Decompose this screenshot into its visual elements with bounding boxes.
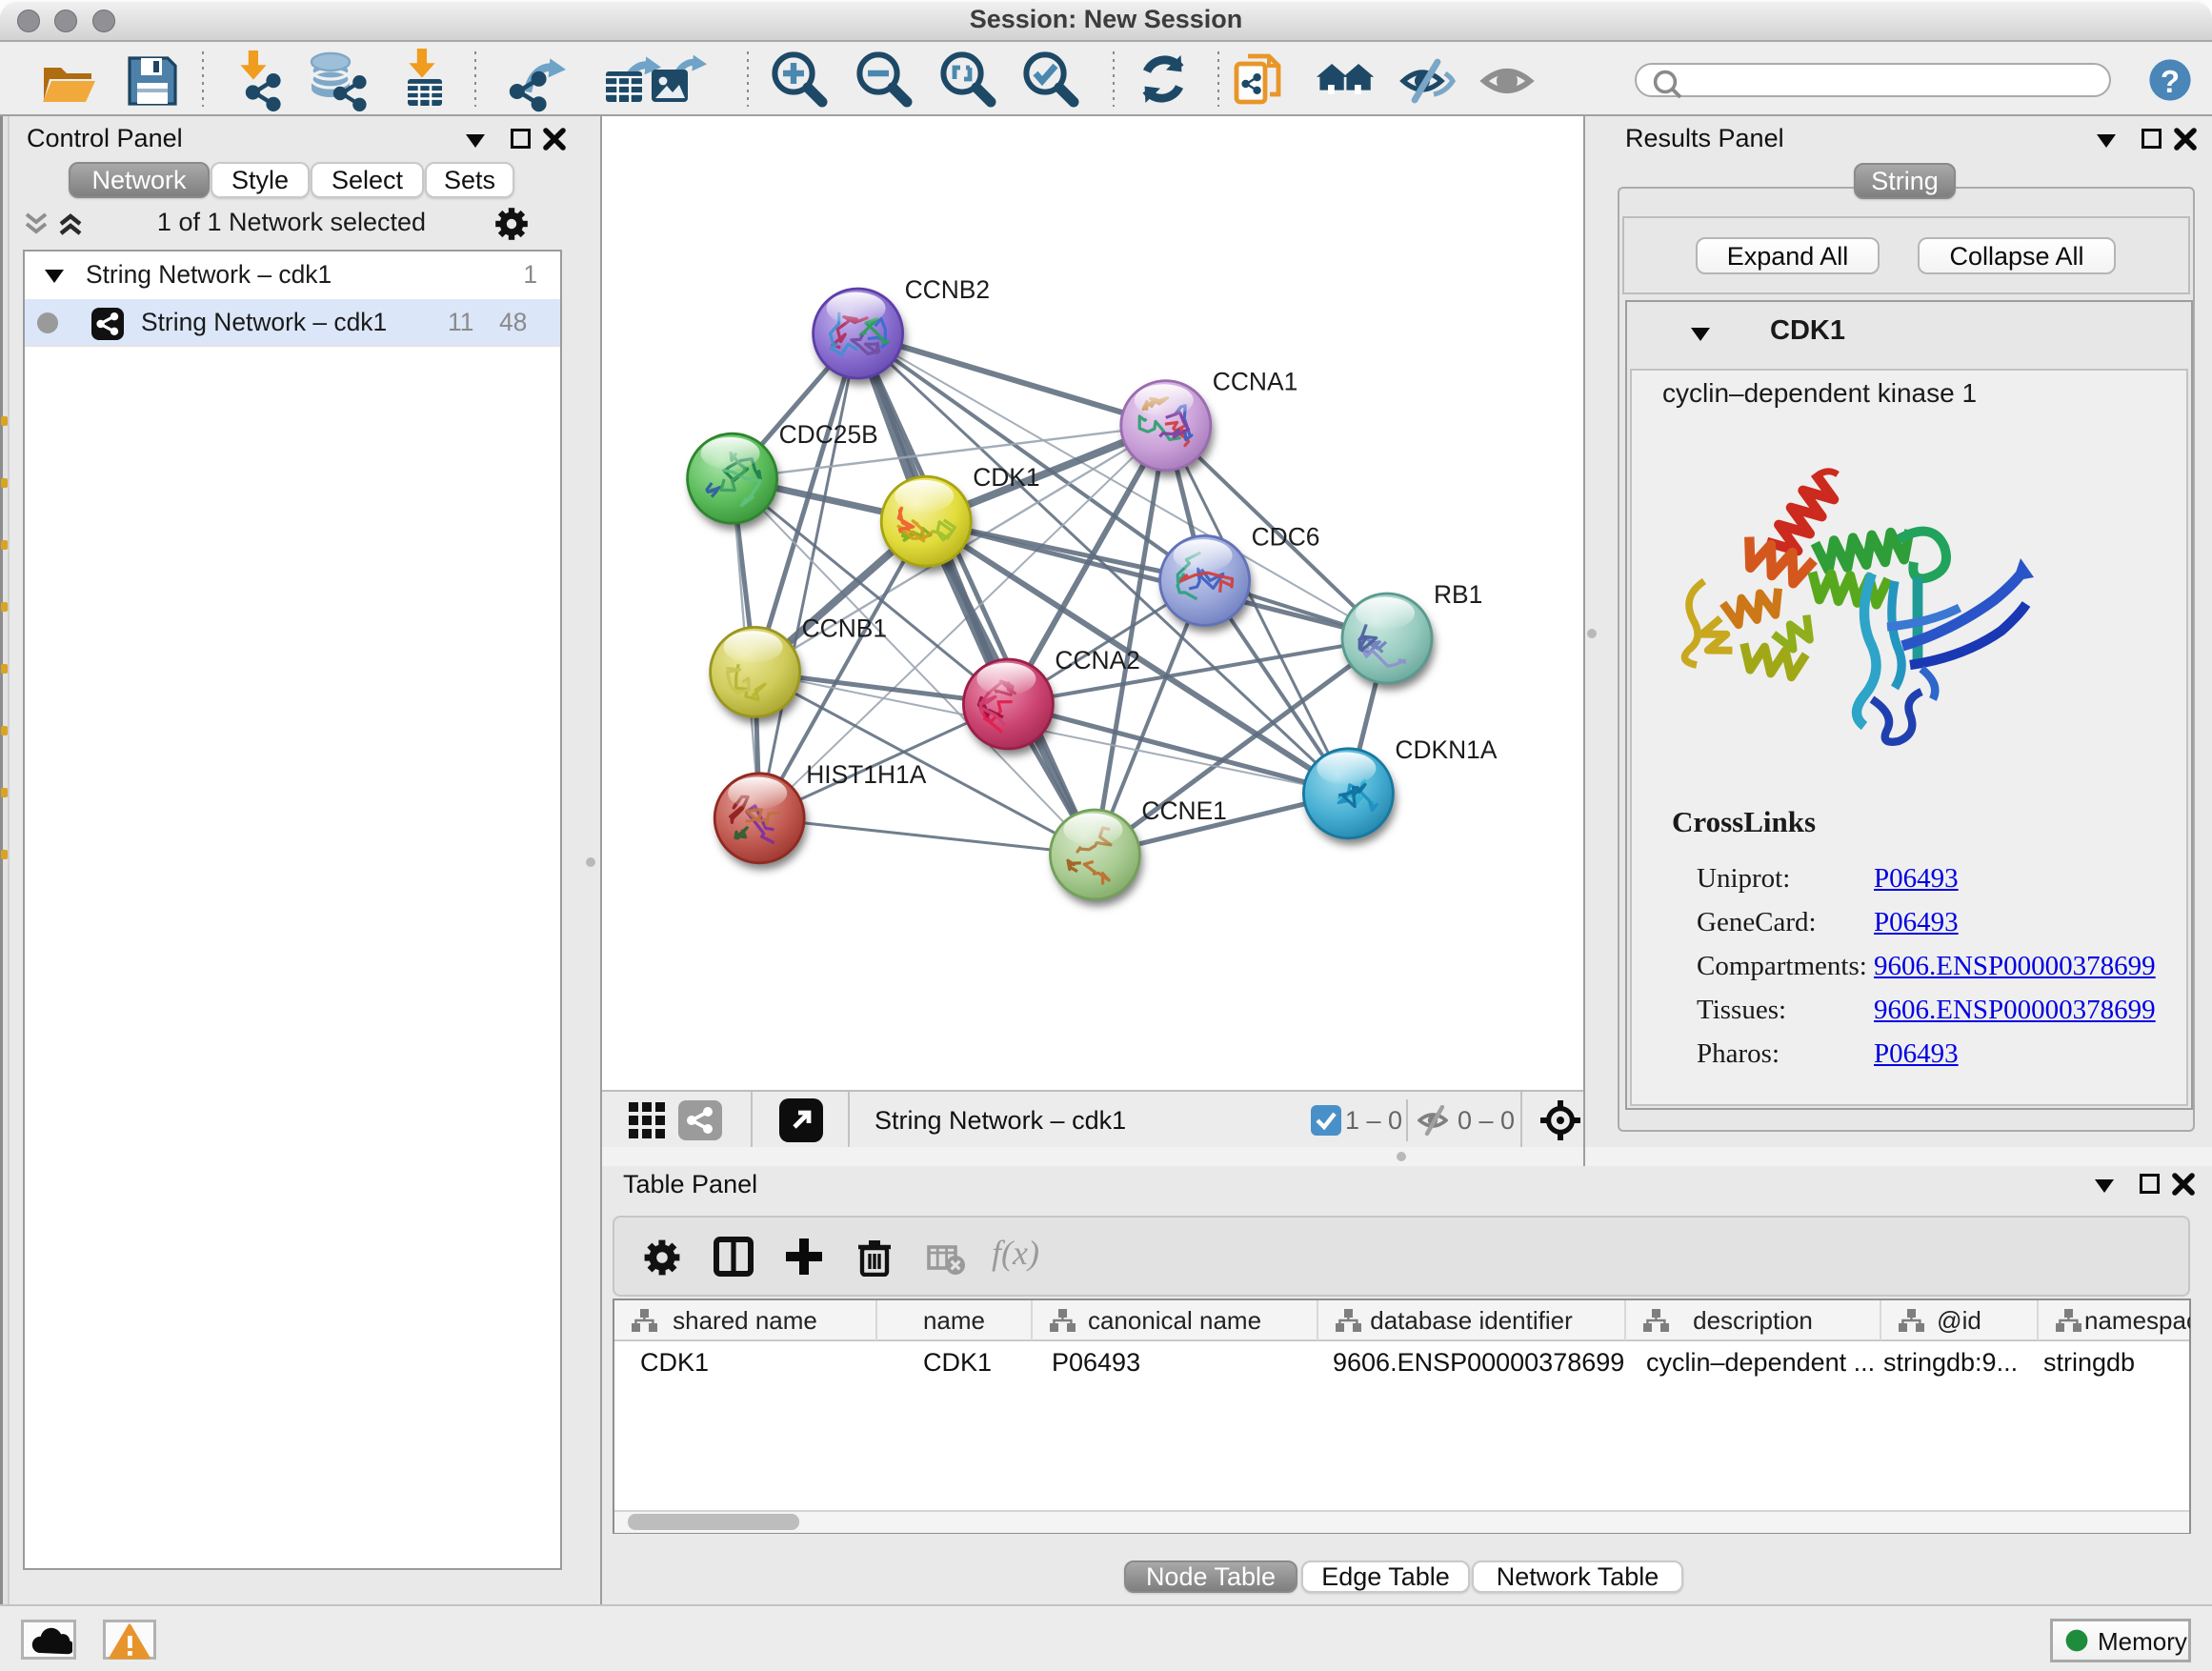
svg-text:?: ? xyxy=(2161,64,2180,99)
svg-text:HIST1H1A: HIST1H1A xyxy=(806,760,927,789)
svg-text:CDK1: CDK1 xyxy=(973,463,1039,492)
svg-text:CDC6: CDC6 xyxy=(1252,522,1320,551)
svg-text:CCNB2: CCNB2 xyxy=(905,275,990,304)
svg-text:CCNB1: CCNB1 xyxy=(802,614,887,642)
svg-text:CCNA2: CCNA2 xyxy=(1055,646,1139,674)
svg-text:CCNA1: CCNA1 xyxy=(1213,368,1297,396)
svg-text:CDC25B: CDC25B xyxy=(779,420,878,449)
svg-text:CCNE1: CCNE1 xyxy=(1141,796,1226,825)
svg-text:RB1: RB1 xyxy=(1434,580,1482,609)
svg-text:CDKN1A: CDKN1A xyxy=(1395,735,1497,764)
